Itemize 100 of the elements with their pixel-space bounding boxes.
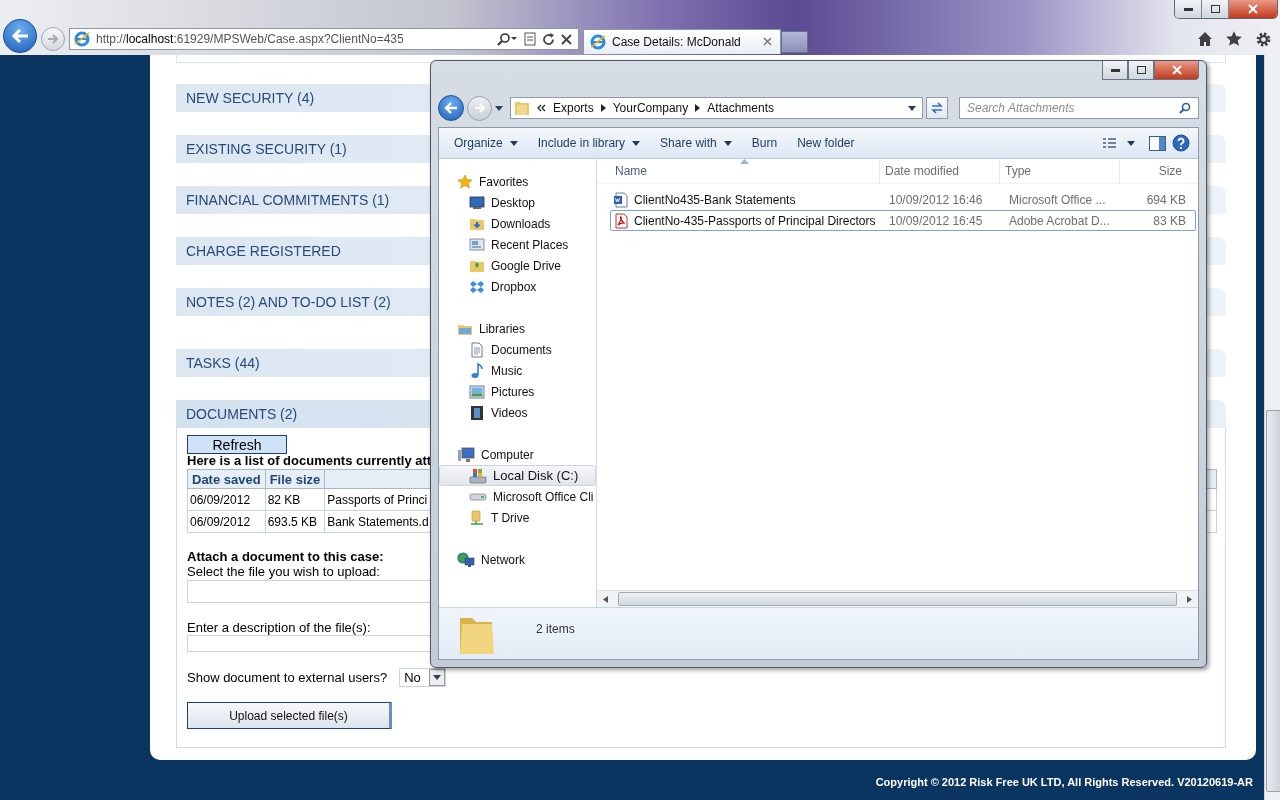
- close-icon: [1248, 4, 1258, 14]
- maximize-button[interactable]: [1202, 0, 1229, 18]
- close-button[interactable]: [1229, 0, 1277, 18]
- scrollbar-thumb[interactable]: [618, 592, 1177, 606]
- file-type: Microsoft Office ...: [1009, 192, 1106, 207]
- item-count: 2 items: [536, 622, 575, 636]
- breadcrumb-item[interactable]: YourCompany: [612, 101, 689, 115]
- star-icon[interactable]: [1225, 30, 1243, 48]
- minimize-icon: [1183, 7, 1193, 11]
- back-arrow-icon: [11, 28, 29, 44]
- close-button[interactable]: [1154, 61, 1199, 80]
- back-arrow-icon: [444, 102, 458, 114]
- toolbar-button[interactable]: Include in library: [530, 133, 648, 153]
- nav-item[interactable]: Videos: [439, 402, 596, 423]
- refresh-icon: [930, 102, 944, 114]
- nav-item[interactable]: Google Drive: [439, 255, 596, 276]
- scroll-right-icon[interactable]: [1187, 595, 1192, 603]
- network-icon: [457, 551, 475, 568]
- help-icon[interactable]: [1172, 134, 1190, 152]
- maximize-icon: [1136, 66, 1146, 74]
- nav-item[interactable]: Recent Places: [439, 234, 596, 255]
- star-icon: [457, 173, 473, 190]
- scrollbar[interactable]: [1264, 55, 1280, 800]
- close-icon[interactable]: [763, 37, 772, 46]
- refresh-button[interactable]: Refresh: [187, 435, 287, 454]
- refresh-icon[interactable]: [542, 32, 555, 46]
- scrollbar-thumb[interactable]: [1266, 410, 1280, 792]
- table-cell: 06/09/2012: [190, 514, 251, 529]
- column-header[interactable]: Date modified: [880, 159, 1000, 183]
- sort-arrow-icon: [740, 159, 749, 164]
- back-button[interactable]: [3, 19, 37, 53]
- file-row[interactable]: ClientNo435-Bank Statements 10/09/2012 16:46 Microsoft Office ... 694 KB: [610, 189, 1196, 210]
- minimize-icon: [1110, 68, 1120, 72]
- dropdown[interactable]: No: [399, 668, 446, 687]
- nav-item[interactable]: Downloads: [439, 213, 596, 234]
- back-button[interactable]: [438, 95, 464, 121]
- chevron-icon: [695, 104, 701, 112]
- url-text: http://localhost:61929/MPSWeb/Case.aspx?ClientNo=435: [96, 32, 405, 46]
- horizontal-scrollbar[interactable]: [597, 590, 1198, 607]
- nav-item[interactable]: Favorites: [439, 171, 596, 192]
- upload-button[interactable]: Upload selected file(s): [187, 702, 392, 729]
- intro-text: Here is a list of documents currently att: [187, 454, 432, 468]
- field-label: Show document to external users?: [187, 670, 388, 685]
- breadcrumb-item[interactable]: Attachments: [707, 101, 774, 115]
- caret-icon: [432, 675, 441, 680]
- field-label: Select the file you wish to upload:: [187, 564, 380, 579]
- tab-title: Case Details: McDonald: [612, 34, 742, 49]
- column-header[interactable]: Size: [1120, 159, 1186, 183]
- preview-pane-icon[interactable]: [1149, 135, 1166, 151]
- search-field[interactable]: Search Attachments: [959, 97, 1199, 119]
- file-type: Adobe Acrobat D...: [1009, 213, 1110, 228]
- recent-places-icon: [469, 236, 485, 253]
- nav-item[interactable]: Pictures: [439, 381, 596, 402]
- nav-item[interactable]: Libraries: [439, 318, 596, 339]
- picture-icon: [469, 383, 485, 400]
- toolbar-button[interactable]: Burn: [744, 133, 785, 153]
- nav-item[interactable]: Local Disk (C:): [439, 465, 596, 486]
- browser-tab[interactable]: Case Details: McDonald: [583, 28, 781, 54]
- maximize-button[interactable]: [1128, 61, 1154, 80]
- nav-item[interactable]: Music: [439, 360, 596, 381]
- minimize-button[interactable]: [1175, 0, 1202, 18]
- address-bar[interactable]: http://localhost:61929/MPSWeb/Case.aspx?ClientNo=435: [69, 28, 579, 50]
- file-row[interactable]: ClientNo-435-Passports of Principal Directors 10/09/2012 16:45 Adobe Acrobat D... 83 KB: [610, 210, 1196, 231]
- toolbar-button[interactable]: Organize: [447, 133, 525, 153]
- caret-icon: [908, 105, 916, 111]
- nav-item[interactable]: Desktop: [439, 192, 596, 213]
- table-cell: 82 KB: [267, 492, 301, 507]
- compatibility-view-icon[interactable]: [524, 32, 536, 46]
- chevron-icon: [600, 104, 606, 112]
- file-size: 83 KB: [1153, 213, 1186, 228]
- toolbar-button[interactable]: New folder: [790, 133, 862, 153]
- drive-icon: [469, 467, 487, 484]
- search-icon[interactable]: [496, 32, 518, 46]
- browser-logo-icon: [590, 33, 606, 50]
- scroll-left-icon[interactable]: [603, 595, 608, 603]
- column-header[interactable]: Type: [1000, 159, 1120, 183]
- minimize-button[interactable]: [1102, 61, 1128, 80]
- nav-item[interactable]: Documents: [439, 339, 596, 360]
- table-cell: Passports of Princi: [327, 492, 428, 507]
- home-icon[interactable]: [1197, 31, 1213, 47]
- breadcrumb-item[interactable]: Exports: [553, 101, 594, 115]
- nav-item[interactable]: Dropbox: [439, 276, 596, 297]
- network-drive-icon: [469, 509, 485, 526]
- new-tab-button[interactable]: [781, 31, 808, 53]
- nav-item[interactable]: T Drive: [439, 507, 596, 528]
- settings-icon[interactable]: [1255, 30, 1272, 48]
- browser-logo-icon: [74, 31, 90, 47]
- nav-item[interactable]: Microsoft Office Cli: [439, 486, 596, 507]
- computer-icon: [457, 446, 475, 463]
- music-note-icon: [469, 362, 485, 379]
- drive-icon: [469, 492, 487, 501]
- close-icon[interactable]: [561, 33, 572, 45]
- toolbar-button[interactable]: Share with: [653, 133, 739, 153]
- nav-item[interactable]: Network: [439, 549, 596, 570]
- nav-item[interactable]: Computer: [439, 444, 596, 465]
- refresh-button[interactable]: [926, 97, 948, 119]
- maximize-icon: [1210, 5, 1220, 13]
- address-bar[interactable]: Exports YourCompany Attachments: [510, 97, 923, 119]
- document-icon: [469, 341, 485, 358]
- list-view-icon: [1102, 137, 1136, 149]
